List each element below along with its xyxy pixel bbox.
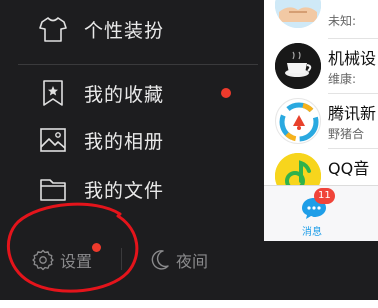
unread-badge: 11 [314, 188, 335, 204]
chat-message: 未知: [328, 14, 357, 28]
tab-bar: 11 消息 [264, 185, 378, 241]
menu-divider [18, 64, 258, 65]
chat-name: QQ音 [328, 159, 370, 178]
menu-item-personalize[interactable]: 个性装扮 [0, 4, 260, 54]
avatar [275, 0, 321, 28]
menu-item-label: 个性装扮 [84, 19, 165, 42]
chat-name: 腾讯新 [328, 104, 377, 123]
menu-item-label: 我的收藏 [84, 83, 165, 106]
handshake-icon [275, 0, 321, 28]
menu-item-album[interactable]: 我的相册 [0, 115, 260, 165]
annotation-ellipse [7, 202, 139, 293]
tencent-news-icon [279, 102, 319, 142]
coffee-cup-icon [275, 43, 321, 89]
chat-message: 维康: [328, 72, 357, 86]
chat-name: 机械设 [328, 49, 377, 68]
moon-icon [151, 250, 169, 270]
avatar [275, 43, 321, 89]
chat-row[interactable]: 腾讯新 野猪合 [264, 94, 378, 148]
chat-row[interactable]: 未知: [264, 0, 378, 32]
avatar [275, 98, 321, 144]
tab-label: 消息 [302, 227, 322, 238]
night-mode-label: 夜间 [176, 252, 209, 271]
photo-icon [40, 128, 66, 152]
chat-row[interactable]: 机械设 维康: [264, 39, 378, 93]
menu-item-label: 我的相册 [84, 130, 165, 153]
bookmark-star-icon [43, 80, 63, 106]
tshirt-icon [39, 17, 67, 42]
chat-message: 野猪合 [328, 127, 365, 141]
night-mode-button[interactable]: 夜间 [150, 248, 208, 272]
favorites-notification-dot [221, 88, 231, 98]
